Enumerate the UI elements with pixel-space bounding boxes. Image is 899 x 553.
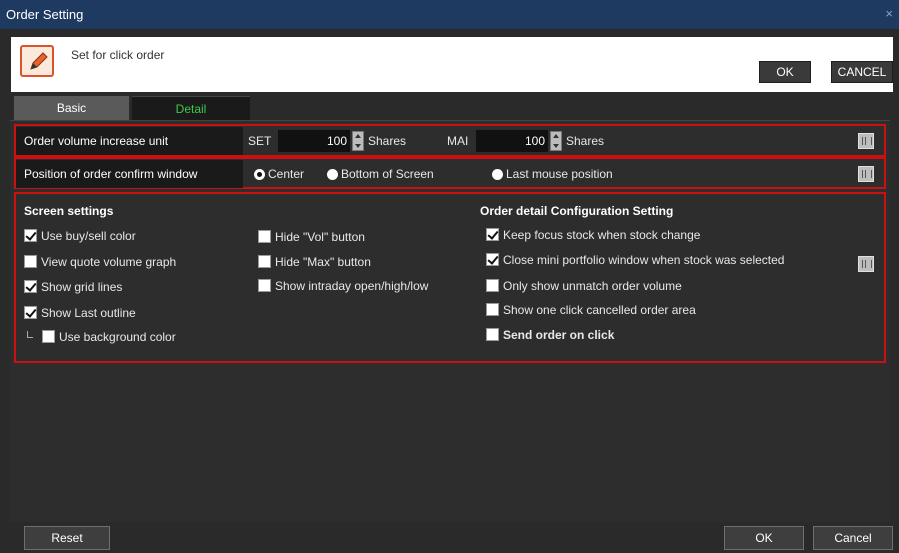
position-row-label: Position of order confirm window [16,160,243,188]
tab-basic[interactable]: Basic [14,96,129,120]
radio-bottom-of-screen[interactable] [327,169,338,180]
header-subtitle: Set for click order [71,48,165,62]
tree-connector-icon [27,331,33,338]
checkbox-label: View quote volume graph [41,255,177,269]
radio-center[interactable] [254,169,265,180]
checkbox-box[interactable] [258,279,271,292]
checkbox-label: Keep focus stock when stock change [503,228,701,242]
checkbox-box[interactable] [24,255,37,268]
radio-center-label[interactable]: Center [268,160,304,188]
edit-icon [20,45,54,77]
header-cancel-button[interactable]: CANCEL [831,61,893,83]
set-volume-spinner[interactable] [352,131,364,151]
footer-ok-button[interactable]: OK [724,526,804,550]
footer-cancel-button[interactable]: Cancel [813,526,893,550]
order-detail-grid-icon[interactable] [858,256,874,272]
checkbox-label: Use buy/sell color [41,229,136,243]
checkbox-box[interactable] [24,229,37,242]
checkbox-box[interactable] [486,328,499,341]
volume-row: Order volume increase unit SET 100 Share… [16,127,884,155]
header-ok-button[interactable]: OK [759,61,811,83]
checkbox-label: Only show unmatch order volume [503,279,682,293]
checkbox-box[interactable] [486,228,499,241]
position-grid-icon[interactable] [858,166,874,182]
set-unit-label: Shares [368,134,407,148]
checkbox-box[interactable] [258,255,271,268]
mai-label: MAI [447,134,469,148]
position-row: Position of order confirm window Center … [16,160,884,188]
header-panel: Set for click order OK CANCEL [11,37,893,92]
checkbox-box[interactable] [24,306,37,319]
checkbox-label: Hide "Max" button [275,255,371,269]
window-title: Order Setting [6,7,84,22]
set-volume-input[interactable]: 100 [278,130,350,152]
mai-volume-input[interactable]: 100 [476,130,548,152]
reset-button[interactable]: Reset [24,526,110,550]
mai-unit-label: Shares [566,134,605,148]
tab-detail[interactable]: Detail [132,96,250,120]
volume-row-label: Order volume increase unit [16,127,243,155]
checkbox-box[interactable] [24,280,37,293]
order-detail-title: Order detail Configuration Setting [480,204,674,218]
checkbox-box[interactable] [486,279,499,292]
mai-volume-spinner[interactable] [550,131,562,151]
checkbox-label: Show Last outline [41,306,136,320]
checkbox-label: Use background color [59,330,176,344]
title-bar: Order Setting × [0,0,899,29]
radio-last-mouse-position[interactable] [492,169,503,180]
checkbox-label: Show grid lines [41,280,123,294]
screen-settings-title: Screen settings [24,204,114,218]
volume-grid-icon[interactable] [858,133,874,149]
checkbox-label: Close mini portfolio window when stock w… [503,253,785,267]
radio-bottom-label[interactable]: Bottom of Screen [341,160,434,188]
checkbox-box[interactable] [258,230,271,243]
checkbox-label: Show intraday open/high/low [275,279,429,293]
set-label: SET [248,134,272,148]
radio-last-mouse-label[interactable]: Last mouse position [506,160,613,188]
checkbox-box[interactable] [42,330,55,343]
checkbox-label: Send order on click [503,328,615,342]
checkbox-label: Hide "Vol" button [275,230,365,244]
close-icon[interactable]: × [885,6,893,21]
checkbox-box[interactable] [486,303,499,316]
checkbox-label: Show one click cancelled order area [503,303,696,317]
checkbox-box[interactable] [486,253,499,266]
